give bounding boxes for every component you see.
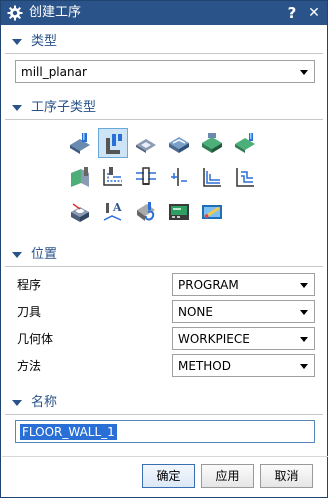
method-select[interactable]: METHOD [172,354,315,377]
hole-mill-icon[interactable] [65,197,95,227]
dropdown-arrow-icon [300,364,308,369]
section-subtype-label: 工序子类型 [31,100,97,115]
mill-tool-icon[interactable] [197,197,227,227]
chevron-down-icon [12,252,22,258]
gear-icon [7,5,23,21]
operation-name-value: FLOOR_WALL_1 [20,424,117,440]
mill-control-icon[interactable] [131,197,161,227]
footer-divider [2,456,328,457]
face-mill-icon[interactable] [197,128,227,158]
operation-name-input[interactable]: FLOOR_WALL_1 [15,420,315,443]
section-name-label: 名称 [31,395,58,410]
planar-text-icon[interactable]: A [98,197,128,227]
type-select[interactable]: mill_planar [15,60,315,83]
floor-wall-is-icon[interactable] [164,128,194,158]
title-bar[interactable]: 创建工序 ? ✕ [1,1,327,25]
tool-label: 刀具 [17,305,42,319]
section-location-header[interactable]: 位置 [2,244,328,266]
section-subtype-header[interactable]: 工序子类型 [2,97,328,119]
cavity-mill-wall-icon[interactable] [65,162,95,192]
cancel-button[interactable]: 取消 [260,464,313,488]
program-select[interactable]: PROGRAM [172,273,315,296]
section-subtype-divider [5,119,323,120]
dropdown-arrow-icon [300,70,308,75]
finish-walls-icon[interactable] [164,162,194,192]
chevron-down-icon [12,105,22,111]
close-button[interactable]: ✕ [307,4,321,22]
section-type-divider [5,53,323,54]
dropdown-arrow-icon [300,337,308,342]
tool-select-value: NONE [178,305,213,319]
geometry-select[interactable]: WORKPIECE [172,327,315,350]
section-location-label: 位置 [31,247,58,262]
geometry-label: 几何体 [17,332,54,346]
cleanup-corners-icon[interactable] [131,162,161,192]
help-button[interactable]: ? [285,4,299,22]
chevron-down-icon [12,400,22,406]
ok-button[interactable]: 确定 [142,464,195,488]
section-type-header[interactable]: 类型 [2,31,328,53]
face-mill-manual-icon[interactable] [230,128,260,158]
dropdown-arrow-icon [300,310,308,315]
program-label: 程序 [17,278,42,292]
method-label: 方法 [17,359,42,373]
tool-select[interactable]: NONE [172,300,315,323]
floor-face-mill-icon[interactable] [65,128,95,158]
mill-user-icon[interactable] [164,197,194,227]
dropdown-arrow-icon [300,283,308,288]
section-location-divider [5,266,323,267]
dialog-title: 创建工序 [29,5,82,20]
type-select-value: mill_planar [21,65,87,79]
planar-mill-icon[interactable] [98,128,128,158]
apply-button[interactable]: 应用 [201,464,254,488]
section-name-header[interactable]: 名称 [2,392,328,414]
section-type-label: 类型 [31,34,58,49]
program-select-value: PROGRAM [178,278,239,292]
slot-mill-icon[interactable] [230,162,260,192]
svg-text:A: A [112,201,122,214]
create-operation-dialog: 创建工序 ? ✕ 类型 mill_planar 工序子类型 A 位置 程序 PR… [0,0,328,498]
chevron-down-icon [12,39,22,45]
finish-floor-icon[interactable] [197,162,227,192]
planar-profile-icon[interactable] [98,162,128,192]
floor-wall-mill-icon[interactable] [131,128,161,158]
geometry-select-value: WORKPIECE [178,332,250,346]
section-name-divider [5,414,323,415]
method-select-value: METHOD [178,359,231,373]
